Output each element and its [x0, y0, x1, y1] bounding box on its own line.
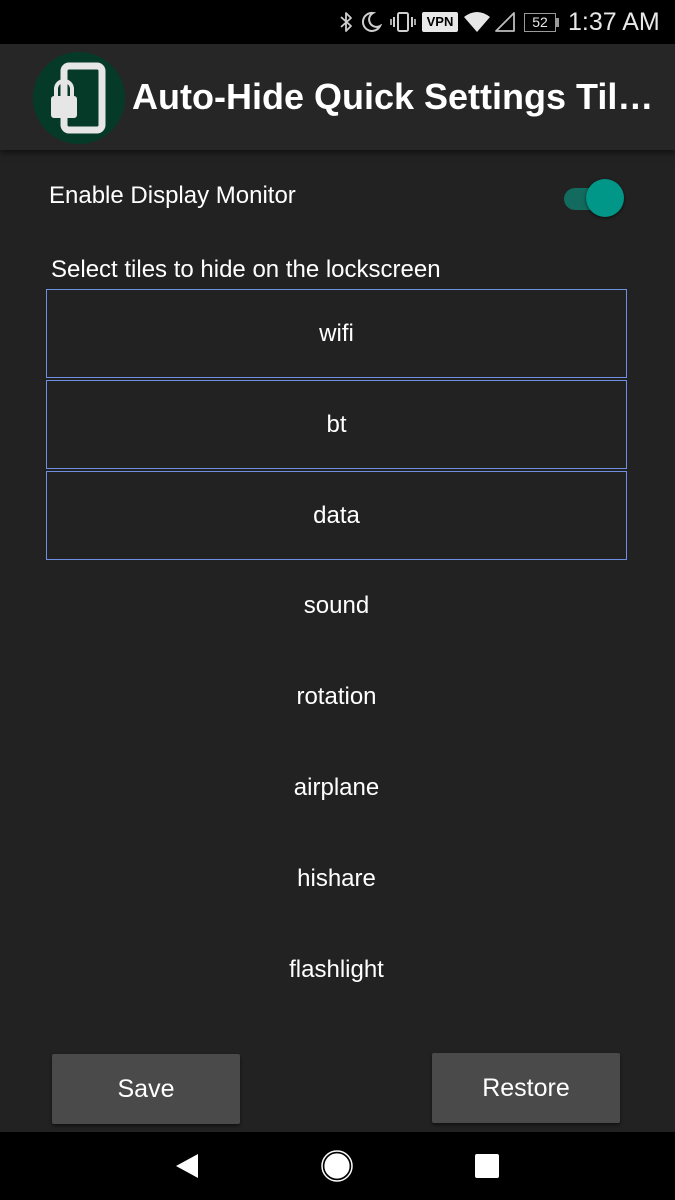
- tiles-section-label: Select tiles to hide on the lockscreen: [51, 256, 441, 283]
- bluetooth-icon: [335, 0, 357, 44]
- display-monitor-row[interactable]: Enable Display Monitor: [0, 160, 675, 236]
- wifi-icon: [462, 0, 492, 44]
- recents-icon[interactable]: [442, 1132, 532, 1200]
- status-bar: VPN 52 1:37 AM: [0, 0, 675, 44]
- status-clock: 1:37 AM: [568, 8, 660, 36]
- app-bar: Auto-Hide Quick Settings Til…: [0, 44, 675, 150]
- vibrate-icon: [389, 0, 417, 44]
- home-icon[interactable]: [292, 1132, 382, 1200]
- cell-signal-icon: [492, 0, 518, 44]
- save-button[interactable]: Save: [52, 1054, 240, 1124]
- battery-terminal: [556, 18, 559, 27]
- tile-list: wifi bt data sound rotation airplane his…: [46, 289, 627, 1017]
- switch-thumb: [586, 179, 624, 217]
- app-title: Auto-Hide Quick Settings Til…: [132, 76, 654, 117]
- navigation-bar: [0, 1132, 675, 1200]
- vpn-icon: VPN: [422, 12, 458, 32]
- tile-item-flashlight[interactable]: flashlight: [46, 926, 627, 1015]
- phone-lock-icon: [33, 52, 125, 144]
- back-icon[interactable]: [142, 1132, 232, 1200]
- tile-item-rotation[interactable]: rotation: [46, 653, 627, 742]
- do-not-disturb-moon-icon: [358, 0, 384, 44]
- display-monitor-label: Enable Display Monitor: [49, 182, 296, 209]
- tile-item-bt[interactable]: bt: [46, 380, 627, 469]
- tile-item-wifi[interactable]: wifi: [46, 289, 627, 378]
- battery-icon: 52: [524, 13, 556, 32]
- tile-item-data[interactable]: data: [46, 471, 627, 560]
- restore-button[interactable]: Restore: [432, 1053, 620, 1123]
- tile-item-airplane[interactable]: airplane: [46, 744, 627, 833]
- app-screen: VPN 52 1:37 AM Auto-Hide Quick Settings …: [0, 0, 675, 1200]
- tile-item-hishare[interactable]: hishare: [46, 835, 627, 924]
- tile-item-sound[interactable]: sound: [46, 562, 627, 651]
- display-monitor-switch[interactable]: [560, 176, 628, 220]
